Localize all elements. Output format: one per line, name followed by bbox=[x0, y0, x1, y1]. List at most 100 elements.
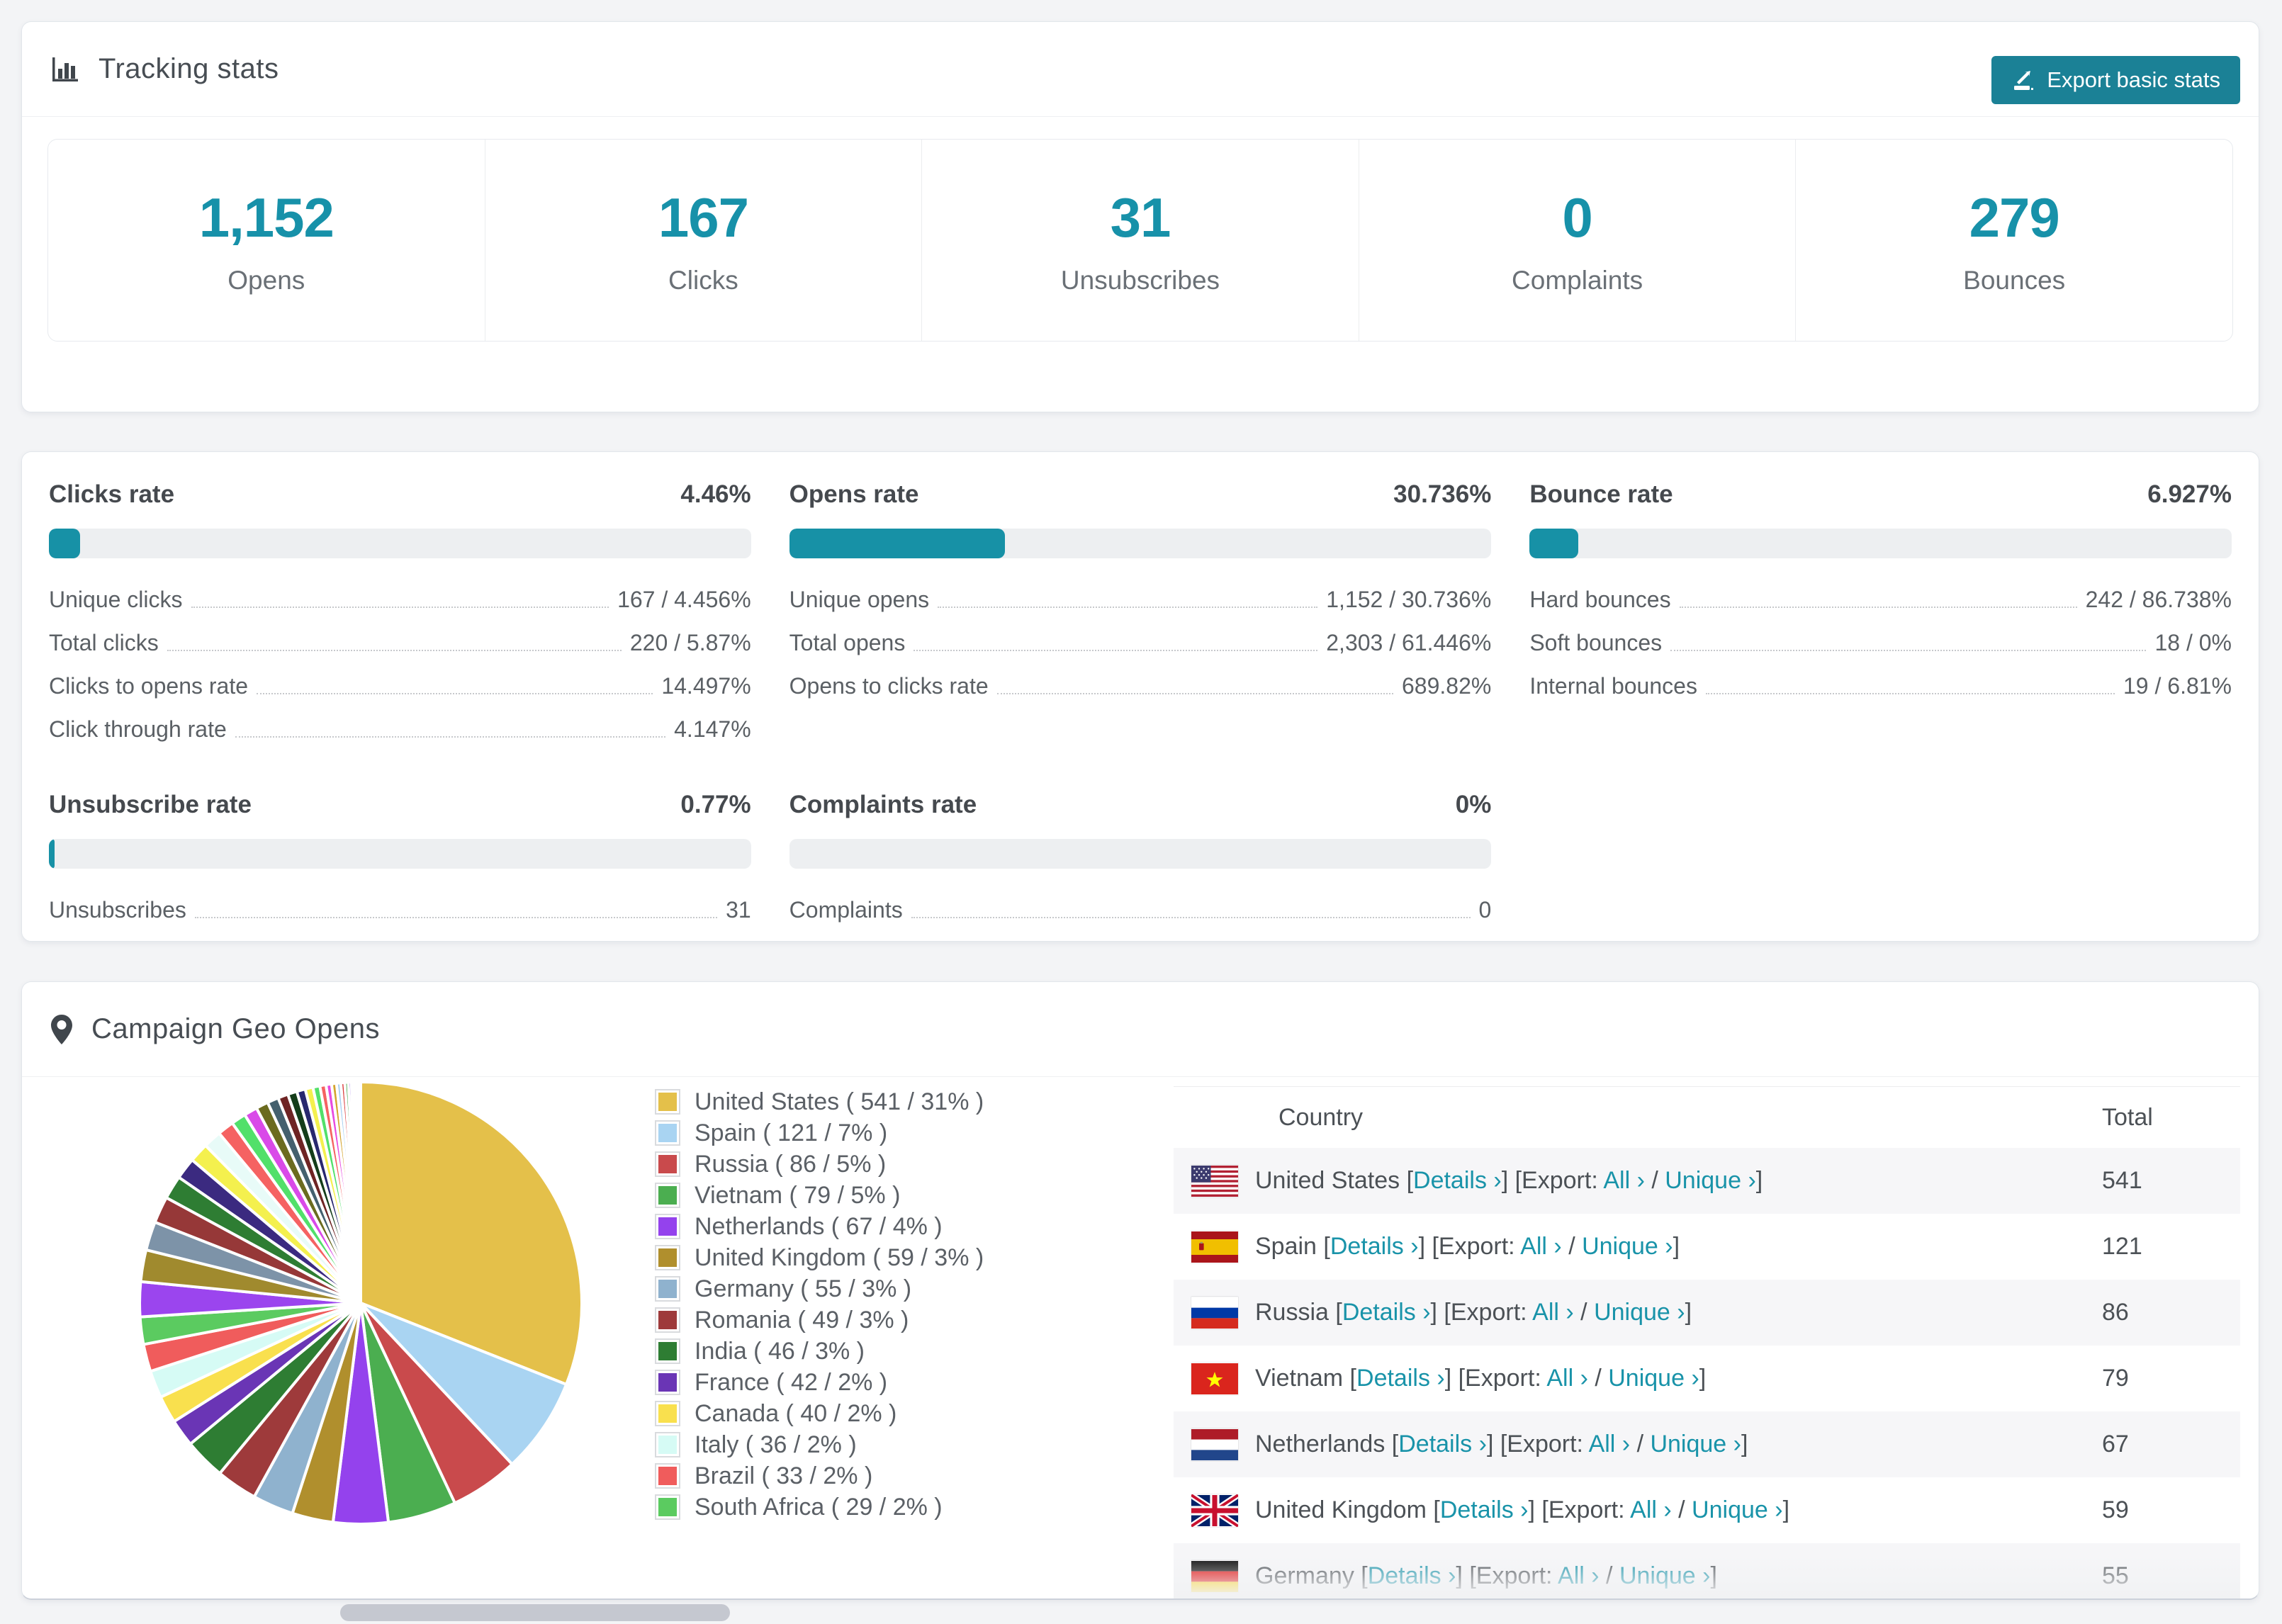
table-text: ] [Export: bbox=[1486, 1431, 1589, 1457]
details-link[interactable]: Details › bbox=[1356, 1365, 1445, 1392]
stat-label: Unsubscribes bbox=[1060, 265, 1220, 295]
rate-progress-fill bbox=[1529, 529, 1578, 558]
rate-detail-label: Clicks to opens rate bbox=[49, 673, 249, 699]
pie-legend: United States ( 541 / 31% ) Spain ( 121 /… bbox=[655, 1088, 984, 1521]
details-link[interactable]: Details › bbox=[1330, 1233, 1419, 1260]
dotted-leader bbox=[257, 693, 653, 694]
geo-table-row-vn: Vietnam [Details ›] [Export: All › / Uni… bbox=[1174, 1346, 2240, 1411]
legend-swatch bbox=[655, 1276, 680, 1302]
export-button-label: Export basic stats bbox=[2047, 67, 2220, 92]
rate-progress-bar bbox=[789, 839, 1492, 869]
dotted-leader bbox=[235, 736, 666, 738]
export-all-link[interactable]: All › bbox=[1546, 1365, 1588, 1392]
table-text: ] [Export: bbox=[1418, 1233, 1521, 1260]
rate-detail-row: Hard bounces 242 / 86.738% bbox=[1529, 578, 2232, 621]
rate-detail-value: 689.82% bbox=[1402, 673, 1492, 699]
geo-table-row-gb: United Kingdom [Details ›] [Export: All … bbox=[1174, 1477, 2240, 1543]
tracking-stats-card: Tracking stats Export basic stats 1,152 O… bbox=[21, 21, 2259, 412]
table-text: / bbox=[1671, 1496, 1692, 1523]
details-link[interactable]: Details › bbox=[1398, 1431, 1487, 1457]
legend-item: United Kingdom ( 59 / 3% ) bbox=[655, 1244, 984, 1271]
total-cell: 59 bbox=[2102, 1496, 2129, 1523]
stat-value: 31 bbox=[1110, 186, 1171, 249]
card-title-tracking-stats: Tracking stats bbox=[99, 53, 279, 84]
legend-item: Russia ( 86 / 5% ) bbox=[655, 1150, 984, 1178]
rate-detail-value: 220 / 5.87% bbox=[629, 630, 751, 655]
rate-detail-label: Total opens bbox=[789, 630, 906, 655]
rate-block-unsubscribe-rate: Unsubscribe rate 0.77% Unsubscribes 31 bbox=[49, 791, 751, 932]
export-unique-link[interactable]: Unique › bbox=[1692, 1496, 1783, 1523]
stat-cell-unsubscribes: 31 Unsubscribes bbox=[922, 140, 1359, 341]
details-link[interactable]: Details › bbox=[1342, 1299, 1431, 1326]
rate-block-clicks-rate: Clicks rate 4.46% Unique clicks 167 / 4.456… bbox=[49, 480, 751, 751]
export-unique-link[interactable]: Unique › bbox=[1582, 1233, 1673, 1260]
export-unique-link[interactable]: Unique › bbox=[1665, 1167, 1756, 1194]
total-cell: 541 bbox=[2102, 1167, 2142, 1194]
dotted-leader bbox=[191, 607, 609, 608]
export-all-link[interactable]: All › bbox=[1532, 1299, 1574, 1326]
legend-swatch bbox=[655, 1307, 680, 1333]
flag-us-icon bbox=[1191, 1165, 1238, 1197]
export-unique-link[interactable]: Unique › bbox=[1608, 1365, 1699, 1392]
legend-item: United States ( 541 / 31% ) bbox=[655, 1088, 984, 1115]
export-unique-link[interactable]: Unique › bbox=[1619, 1562, 1711, 1589]
legend-label: Russia ( 86 / 5% ) bbox=[695, 1150, 887, 1178]
legend-item: Netherlands ( 67 / 4% ) bbox=[655, 1213, 984, 1240]
dotted-leader bbox=[194, 917, 718, 918]
country-cell: United States [Details ›] [Export: All ›… bbox=[1238, 1167, 2102, 1195]
table-text: ] [Export: bbox=[1456, 1562, 1558, 1589]
rate-detail-value: 14.497% bbox=[661, 673, 751, 699]
horizontal-scrollbar-thumb[interactable] bbox=[340, 1604, 730, 1621]
legend-item: Germany ( 55 / 3% ) bbox=[655, 1275, 984, 1302]
legend-label: Germany ( 55 / 3% ) bbox=[695, 1275, 912, 1302]
rate-detail-label: Unsubscribes bbox=[49, 897, 186, 923]
rate-progress-fill bbox=[789, 529, 1006, 558]
table-text: Spain [ bbox=[1255, 1233, 1330, 1260]
details-link[interactable]: Details › bbox=[1413, 1167, 1502, 1194]
legend-item: India ( 46 / 3% ) bbox=[655, 1338, 984, 1365]
table-text: / bbox=[1644, 1167, 1665, 1194]
legend-swatch bbox=[655, 1183, 680, 1208]
rate-title: Unsubscribe rate bbox=[49, 791, 252, 818]
dotted-leader bbox=[167, 650, 622, 651]
rate-detail-value: 242 / 86.738% bbox=[2085, 587, 2232, 612]
legend-label: Canada ( 40 / 2% ) bbox=[695, 1399, 897, 1427]
stat-label: Opens bbox=[227, 265, 305, 295]
rate-detail-label: Complaints bbox=[789, 897, 903, 923]
export-all-link[interactable]: All › bbox=[1603, 1167, 1645, 1194]
table-text: Russia [ bbox=[1255, 1299, 1342, 1326]
legend-item: France ( 42 / 2% ) bbox=[655, 1369, 984, 1396]
export-all-link[interactable]: All › bbox=[1630, 1496, 1672, 1523]
flag-nl-icon bbox=[1191, 1428, 1238, 1461]
legend-swatch bbox=[655, 1401, 680, 1426]
rate-detail-label: Click through rate bbox=[49, 716, 227, 742]
export-unique-link[interactable]: Unique › bbox=[1650, 1431, 1741, 1457]
export-unique-link[interactable]: Unique › bbox=[1594, 1299, 1685, 1326]
table-text: ] bbox=[1755, 1167, 1763, 1194]
column-header-country: Country bbox=[1278, 1103, 1364, 1131]
rate-block-complaints-rate: Complaints rate 0% Complaints 0 bbox=[789, 791, 1492, 932]
dotted-leader bbox=[911, 917, 1471, 918]
export-basic-stats-button[interactable]: Export basic stats bbox=[1991, 56, 2240, 104]
rate-value: 4.46% bbox=[680, 480, 751, 508]
rate-detail-row: Opens to clicks rate 689.82% bbox=[789, 665, 1492, 708]
rate-progress-bar bbox=[1529, 529, 2232, 558]
table-text: ] bbox=[1741, 1431, 1748, 1457]
rate-title: Bounce rate bbox=[1529, 480, 1673, 508]
table-text: Netherlands [ bbox=[1255, 1431, 1399, 1457]
table-text: / bbox=[1587, 1365, 1609, 1392]
stat-label: Complaints bbox=[1512, 265, 1643, 295]
export-all-link[interactable]: All › bbox=[1558, 1562, 1600, 1589]
details-link[interactable]: Details › bbox=[1368, 1562, 1456, 1589]
rate-detail-row: Unique opens 1,152 / 30.736% bbox=[789, 578, 1492, 621]
table-text: Germany [ bbox=[1255, 1562, 1368, 1589]
legend-item: Brazil ( 33 / 2% ) bbox=[655, 1462, 984, 1489]
details-link[interactable]: Details › bbox=[1440, 1496, 1529, 1523]
table-text: ] bbox=[1710, 1562, 1717, 1589]
export-all-link[interactable]: All › bbox=[1589, 1431, 1631, 1457]
export-all-link[interactable]: All › bbox=[1520, 1233, 1562, 1260]
rate-detail-label: Internal bounces bbox=[1529, 673, 1697, 699]
total-cell: 55 bbox=[2102, 1562, 2129, 1589]
geo-opens-pie-chart bbox=[138, 1080, 583, 1526]
rate-detail-row: Soft bounces 18 / 0% bbox=[1529, 621, 2232, 665]
